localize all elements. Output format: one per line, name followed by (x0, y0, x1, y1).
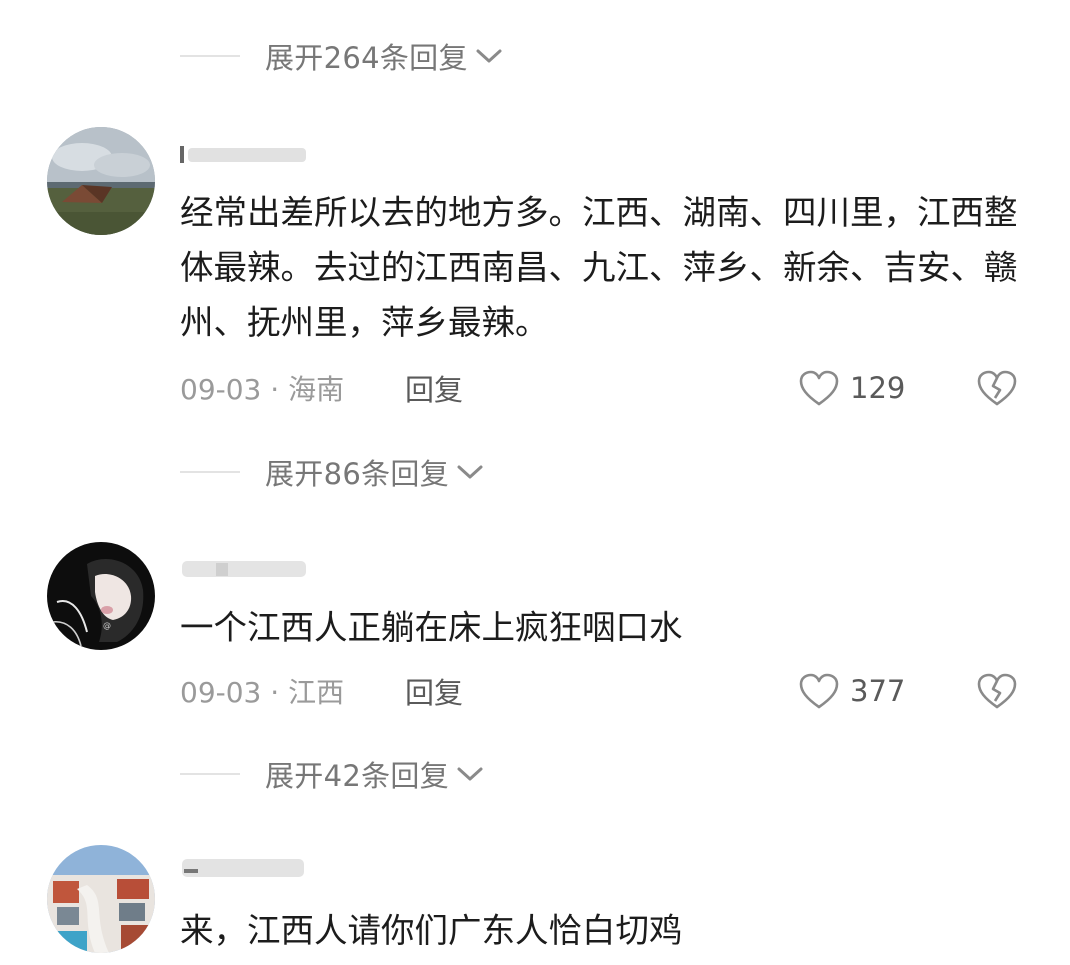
reply-button[interactable]: 回复 (405, 669, 463, 713)
comment-text: 一个江西人正躺在床上疯狂咽口水 (180, 608, 683, 647)
username-blurred (180, 555, 310, 581)
expand-replies-button[interactable]: 展开264条回复 (180, 36, 504, 76)
broken-heart-icon (977, 370, 1017, 406)
reply-button[interactable]: 回复 (405, 366, 463, 410)
expand-replies-button[interactable]: 展开86条回复 (180, 452, 485, 492)
illustrated-girl-portrait: @ (47, 542, 155, 650)
username-blurred (180, 141, 310, 167)
heart-icon (799, 673, 839, 709)
chevron-down-icon (476, 49, 502, 63)
like-count: 129 (850, 371, 906, 405)
like-count: 377 (850, 674, 906, 708)
comment-meta: 09-03 · 江西 (180, 676, 345, 709)
expand-replies-label: 展开264条回复 (265, 41, 468, 75)
divider-line (180, 471, 240, 473)
chevron-down-icon (457, 767, 483, 781)
divider-line (180, 55, 240, 57)
like-button[interactable]: 129 (798, 366, 905, 410)
avatar[interactable] (47, 845, 155, 953)
avatar[interactable] (47, 127, 155, 235)
comment-text: 来，江西人请你们广东人恰白切鸡 (180, 911, 683, 950)
landscape-tent-photo (47, 127, 155, 235)
comment-text: 经常出差所以去的地方多。江西、湖南、四川里，江西整体最辣。去过的江西南昌、九江、… (180, 193, 1018, 342)
expand-replies-button[interactable]: 展开42条回复 (180, 754, 485, 794)
like-button[interactable]: 377 (798, 669, 905, 713)
dislike-button[interactable] (975, 669, 1019, 713)
chevron-down-icon (457, 465, 483, 479)
username-blurred (180, 855, 310, 881)
comment-meta: 09-03 · 海南 (180, 373, 345, 406)
svg-text:@: @ (103, 621, 111, 630)
resort-buildings-photo (47, 845, 155, 953)
heart-icon (799, 370, 839, 406)
expand-replies-label: 展开42条回复 (265, 759, 450, 793)
avatar[interactable]: @ (47, 542, 155, 650)
expand-replies-label: 展开86条回复 (265, 457, 450, 491)
dislike-button[interactable] (975, 366, 1019, 410)
broken-heart-icon (977, 673, 1017, 709)
divider-line (180, 773, 240, 775)
